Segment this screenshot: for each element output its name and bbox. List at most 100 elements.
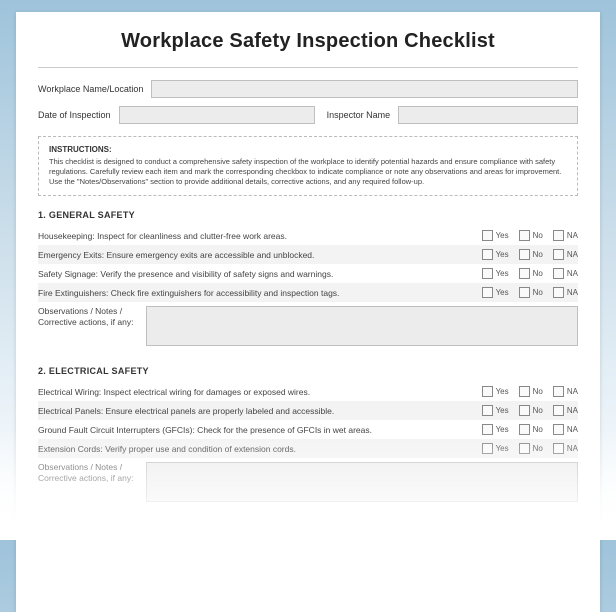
section: 2. ELECTRICAL SAFETY Electrical Wiring: I… (38, 366, 578, 502)
checkbox-na[interactable] (553, 230, 564, 241)
checkbox-no[interactable] (519, 287, 530, 298)
check-no[interactable]: No (519, 230, 543, 241)
checklist-item-text: Fire Extinguishers: Check fire extinguis… (38, 288, 482, 298)
instructions-box: INSTRUCTIONS: This checklist is designed… (38, 136, 578, 196)
checklist-item-text: Electrical Panels: Ensure electrical pan… (38, 406, 482, 416)
check-label-no: No (533, 444, 543, 453)
check-label-yes: Yes (496, 288, 509, 297)
check-label-no: No (533, 269, 543, 278)
check-label-no: No (533, 288, 543, 297)
notes-label: Observations / Notes / Corrective action… (38, 306, 138, 328)
notes-row: Observations / Notes / Corrective action… (38, 306, 578, 346)
check-yes[interactable]: Yes (482, 386, 509, 397)
checkbox-na[interactable] (553, 249, 564, 260)
workplace-input[interactable] (151, 80, 578, 98)
checklist-item-checks: Yes No NA (482, 405, 578, 416)
section: 1. GENERAL SAFETYHousekeeping: Inspect f… (38, 210, 578, 346)
checkbox-no[interactable] (519, 443, 530, 454)
checklist-item-text: Electrical Wiring: Inspect electrical wi… (38, 387, 482, 397)
checklist-item-checks: Yes No NA (482, 249, 578, 260)
inspector-input[interactable] (398, 106, 578, 124)
date-inspector-row: Date of Inspection Inspector Name (38, 106, 578, 124)
check-label-na: NA (567, 444, 578, 453)
check-no[interactable]: No (519, 287, 543, 298)
check-no[interactable]: No (519, 268, 543, 279)
check-na[interactable]: NA (553, 424, 578, 435)
checkbox-no[interactable] (519, 405, 530, 416)
checklist-item-checks: Yes No NA (482, 268, 578, 279)
check-no[interactable]: No (519, 386, 543, 397)
workplace-field-row: Workplace Name/Location (38, 80, 578, 98)
checkbox-no[interactable] (519, 230, 530, 241)
checklist-item-row: Ground Fault Circuit Interrupters (GFCIs… (38, 420, 578, 439)
check-label-no: No (533, 231, 543, 240)
checkbox-yes[interactable] (482, 443, 493, 454)
check-label-na: NA (567, 425, 578, 434)
checkbox-na[interactable] (553, 405, 564, 416)
check-label-yes: Yes (496, 387, 509, 396)
check-no[interactable]: No (519, 443, 543, 454)
check-yes[interactable]: Yes (482, 443, 509, 454)
date-input[interactable] (119, 106, 315, 124)
date-label: Date of Inspection (38, 110, 111, 120)
check-yes[interactable]: Yes (482, 424, 509, 435)
checklist-item-row: Emergency Exits: Ensure emergency exits … (38, 245, 578, 264)
notes-label: Observations / Notes / Corrective action… (38, 462, 138, 484)
checkbox-yes[interactable] (482, 249, 493, 260)
checklist-item-checks: Yes No NA (482, 424, 578, 435)
checklist-item-checks: Yes No NA (482, 443, 578, 454)
checklist-item-text: Emergency Exits: Ensure emergency exits … (38, 250, 482, 260)
checkbox-yes[interactable] (482, 424, 493, 435)
check-label-no: No (533, 387, 543, 396)
check-na[interactable]: NA (553, 249, 578, 260)
inspector-label: Inspector Name (327, 110, 391, 120)
checkbox-na[interactable] (553, 268, 564, 279)
checkbox-yes[interactable] (482, 287, 493, 298)
checkbox-na[interactable] (553, 386, 564, 397)
checklist-item-text: Housekeeping: Inspect for cleanliness an… (38, 231, 482, 241)
check-yes[interactable]: Yes (482, 287, 509, 298)
check-no[interactable]: No (519, 405, 543, 416)
check-na[interactable]: NA (553, 230, 578, 241)
notes-textarea[interactable] (146, 306, 578, 346)
section-title: 2. ELECTRICAL SAFETY (38, 366, 578, 376)
check-label-yes: Yes (496, 250, 509, 259)
checkbox-yes[interactable] (482, 386, 493, 397)
check-label-yes: Yes (496, 425, 509, 434)
check-yes[interactable]: Yes (482, 249, 509, 260)
checkbox-no[interactable] (519, 249, 530, 260)
check-na[interactable]: NA (553, 443, 578, 454)
sections-container: 1. GENERAL SAFETYHousekeeping: Inspect f… (38, 210, 578, 502)
checkbox-na[interactable] (553, 443, 564, 454)
checkbox-na[interactable] (553, 424, 564, 435)
check-yes[interactable]: Yes (482, 268, 509, 279)
check-na[interactable]: NA (553, 405, 578, 416)
checklist-item-text: Safety Signage: Verify the presence and … (38, 269, 482, 279)
checkbox-yes[interactable] (482, 268, 493, 279)
check-na[interactable]: NA (553, 287, 578, 298)
checkbox-yes[interactable] (482, 230, 493, 241)
workplace-label: Workplace Name/Location (38, 84, 143, 94)
checkbox-na[interactable] (553, 287, 564, 298)
checkbox-yes[interactable] (482, 405, 493, 416)
check-no[interactable]: No (519, 249, 543, 260)
check-label-yes: Yes (496, 231, 509, 240)
instructions-heading: INSTRUCTIONS: (49, 145, 567, 154)
check-na[interactable]: NA (553, 268, 578, 279)
check-yes[interactable]: Yes (482, 230, 509, 241)
check-label-yes: Yes (496, 444, 509, 453)
check-label-no: No (533, 406, 543, 415)
checklist-item-text: Ground Fault Circuit Interrupters (GFCIs… (38, 425, 482, 435)
checkbox-no[interactable] (519, 424, 530, 435)
check-na[interactable]: NA (553, 386, 578, 397)
notes-textarea[interactable] (146, 462, 578, 502)
checkbox-no[interactable] (519, 386, 530, 397)
checkbox-no[interactable] (519, 268, 530, 279)
check-no[interactable]: No (519, 424, 543, 435)
check-label-na: NA (567, 231, 578, 240)
check-label-yes: Yes (496, 406, 509, 415)
checklist-item-row: Safety Signage: Verify the presence and … (38, 264, 578, 283)
checklist-item-row: Electrical Wiring: Inspect electrical wi… (38, 382, 578, 401)
check-label-na: NA (567, 250, 578, 259)
check-yes[interactable]: Yes (482, 405, 509, 416)
